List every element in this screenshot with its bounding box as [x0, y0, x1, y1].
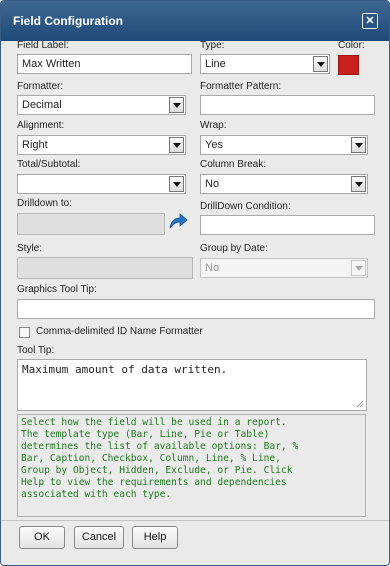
- comma-delimited-checkbox[interactable]: [19, 327, 30, 338]
- chevron-down-icon: [169, 97, 184, 113]
- type-value: Line: [205, 58, 226, 70]
- drilldown-arrow-icon[interactable]: [168, 213, 188, 229]
- help-button[interactable]: Help: [132, 526, 178, 549]
- wrap-select[interactable]: Yes: [200, 135, 368, 155]
- title-bar: Field Configuration ✕: [1, 1, 389, 41]
- help-text-box: Select how the field will be used in a r…: [17, 414, 366, 517]
- alignment-select[interactable]: Right: [17, 135, 186, 155]
- drilldown-condition-label: DrillDown Condition:: [200, 201, 291, 212]
- graphics-tool-tip-input[interactable]: [17, 299, 375, 319]
- dialog-title: Field Configuration: [13, 14, 123, 28]
- field-configuration-dialog: Field Configuration ✕ Field Label: Max W…: [0, 0, 390, 566]
- wrap-label: Wrap:: [200, 120, 227, 131]
- total-subtotal-select[interactable]: [17, 174, 186, 194]
- formatter-pattern-label: Formatter Pattern:: [200, 81, 282, 92]
- formatter-label: Formatter:: [17, 81, 64, 92]
- group-by-date-label: Group by Date:: [200, 243, 268, 254]
- formatter-pattern-input[interactable]: [200, 95, 375, 115]
- chevron-down-icon: [351, 176, 366, 192]
- help-text-line: Help to view the requirements and depend…: [21, 477, 287, 488]
- wrap-value: Yes: [205, 139, 223, 151]
- graphics-tool-tip-label: Graphics Tool Tip:: [17, 284, 97, 295]
- column-break-label: Column Break:: [200, 159, 267, 170]
- column-break-select[interactable]: No: [200, 174, 368, 194]
- total-subtotal-label: Total/Subtotal:: [17, 159, 81, 170]
- color-label: Color:: [338, 40, 365, 51]
- tool-tip-text: Maximum amount of data written.: [22, 363, 228, 376]
- chevron-down-icon: [169, 176, 184, 192]
- help-text-line: associated with each type.: [21, 489, 172, 500]
- field-label-label: Field Label:: [17, 40, 69, 51]
- formatter-select[interactable]: Decimal: [17, 95, 186, 115]
- drilldown-to-input: [17, 213, 165, 235]
- color-swatch[interactable]: [338, 55, 359, 75]
- tool-tip-label: Tool Tip:: [17, 345, 55, 356]
- type-select[interactable]: Line: [200, 54, 330, 74]
- close-button[interactable]: ✕: [362, 13, 378, 29]
- cancel-button[interactable]: Cancel: [74, 526, 124, 549]
- help-text-line: The template type (Bar, Line, Pie or Tab…: [21, 429, 270, 440]
- group-by-date-select: No: [200, 258, 368, 278]
- resize-grip-icon[interactable]: [356, 400, 364, 408]
- help-text-line: determines the list of available options…: [21, 441, 299, 452]
- field-label-input[interactable]: Max Written: [17, 54, 192, 74]
- footer-divider: [1, 520, 389, 521]
- chevron-down-icon: [313, 56, 328, 72]
- chevron-down-icon: [169, 137, 184, 153]
- help-text-line: Bar, Caption, Checkbox, Column, Line, % …: [21, 453, 281, 464]
- close-icon: ✕: [365, 15, 375, 27]
- style-input: [17, 257, 193, 279]
- column-break-value: No: [205, 178, 220, 190]
- comma-delimited-label: Comma-delimited ID Name Formatter: [36, 326, 203, 337]
- type-label: Type:: [200, 40, 225, 51]
- drilldown-condition-input[interactable]: [200, 215, 375, 235]
- help-text-line: Select how the field will be used in a r…: [21, 417, 287, 428]
- alignment-value: Right: [22, 139, 48, 151]
- alignment-label: Alignment:: [17, 120, 65, 131]
- group-by-date-value: No: [205, 262, 220, 274]
- ok-button[interactable]: OK: [19, 526, 65, 549]
- style-label: Style:: [17, 243, 43, 254]
- chevron-down-icon: [351, 260, 366, 276]
- help-text-line: Group by Object, Hidden, Exclude, or Pie…: [21, 465, 293, 476]
- tool-tip-textarea[interactable]: Maximum amount of data written.: [17, 359, 367, 411]
- formatter-value: Decimal: [22, 99, 62, 111]
- drilldown-to-label: Drilldown to:: [17, 198, 73, 209]
- chevron-down-icon: [351, 137, 366, 153]
